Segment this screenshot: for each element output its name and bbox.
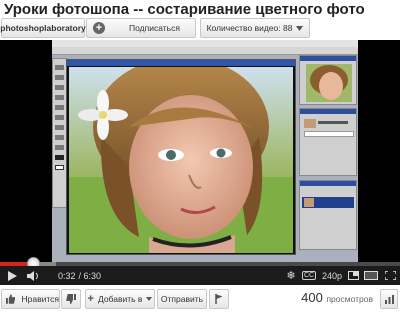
view-count-label: просмотров xyxy=(326,294,373,304)
thumbs-down-icon xyxy=(66,294,76,304)
ps-history-panel xyxy=(299,108,357,176)
ps-navigator-panel xyxy=(299,55,357,105)
duration: / 6:30 xyxy=(78,270,102,281)
theater-mode-button[interactable] xyxy=(362,266,380,285)
video-count-button[interactable]: Количество видео: 88 xyxy=(200,18,310,38)
share-button[interactable]: Отправить xyxy=(157,289,207,309)
flag-icon xyxy=(215,294,223,304)
view-count-number: 400 xyxy=(301,290,323,305)
player-controls: 0:32 / 6:30 ❄ CC 240p xyxy=(0,266,400,285)
snowflake-icon: ❄ xyxy=(286,270,296,282)
share-label: Отправить xyxy=(160,294,204,304)
ps-document-window xyxy=(66,59,296,255)
time-display: 0:32 / 6:30 xyxy=(58,266,118,285)
cc-icon: CC xyxy=(301,271,317,280)
popout-button[interactable] xyxy=(346,266,360,285)
annotations-button[interactable]: ❄ xyxy=(284,266,298,285)
plus-icon: + xyxy=(87,293,94,305)
play-button[interactable] xyxy=(4,266,20,285)
dislike-button[interactable] xyxy=(61,289,81,309)
like-label: Нравится xyxy=(21,294,59,304)
video-count-label: Количество видео: 88 xyxy=(206,23,293,33)
expand-icon xyxy=(364,271,378,280)
stats-button[interactable] xyxy=(380,289,398,309)
fullscreen-icon xyxy=(384,271,396,280)
video-player[interactable] xyxy=(0,40,400,285)
add-to-button[interactable]: + Добавить в xyxy=(85,289,155,309)
speaker-icon xyxy=(27,270,38,281)
video-title: Уроки фотошопа -- состаривание цветного … xyxy=(4,1,365,18)
subscribe-label: Подписаться xyxy=(129,23,180,33)
volume-button[interactable] xyxy=(24,266,42,285)
video-frame[interactable] xyxy=(52,40,358,262)
popout-icon xyxy=(347,271,359,280)
chevron-down-icon xyxy=(296,25,304,31)
captions-button[interactable]: CC xyxy=(300,266,318,285)
fullscreen-button[interactable] xyxy=(382,266,398,285)
bar-chart-icon xyxy=(384,294,394,304)
view-count: 400 просмотров xyxy=(301,290,373,305)
thumbs-up-icon xyxy=(6,294,16,304)
video-page: Уроки фотошопа -- состаривание цветного … xyxy=(0,0,400,312)
channel-name: photoshoplaboratory xyxy=(0,23,86,33)
ps-menubar xyxy=(52,40,358,47)
quality-label: 240p xyxy=(321,270,343,281)
ps-toolbox xyxy=(52,58,67,208)
flag-button[interactable] xyxy=(209,289,229,309)
ps-layers-panel xyxy=(299,180,357,250)
channel-name-button[interactable]: photoshoplaboratory xyxy=(0,18,86,38)
subscribe-button[interactable]: + Подписаться xyxy=(86,18,196,38)
ps-document-titlebar xyxy=(67,60,295,66)
add-to-label: Добавить в xyxy=(97,294,143,304)
like-button[interactable]: Нравится xyxy=(1,289,60,309)
play-icon xyxy=(7,270,17,281)
plus-icon: + xyxy=(93,22,105,34)
quality-button[interactable]: 240p xyxy=(320,266,344,285)
current-time: 0:32 xyxy=(58,270,76,281)
ps-options-bar xyxy=(52,47,358,55)
portrait-image xyxy=(69,67,293,253)
chevron-down-icon xyxy=(146,297,153,301)
